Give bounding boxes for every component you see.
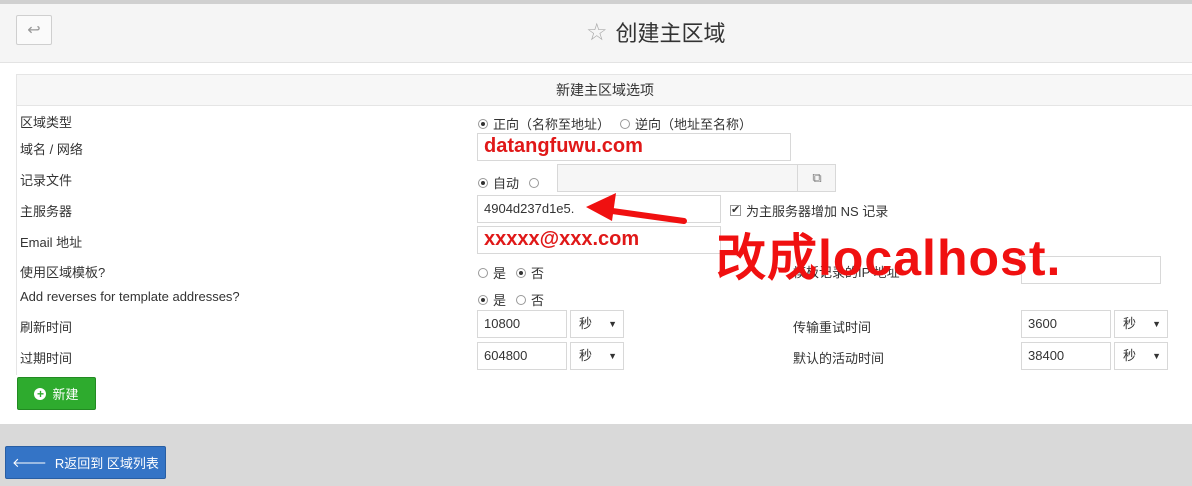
expire-input[interactable]: 604800 <box>477 342 567 370</box>
use-template-yes-label: 是 <box>493 266 507 281</box>
add-ns-checkbox[interactable]: ✔ <box>730 205 741 216</box>
use-template-label: 使用区域模板? <box>20 265 106 280</box>
retry-input[interactable]: 3600 <box>1021 310 1111 338</box>
star-icon[interactable]: ☆ <box>586 18 608 47</box>
retry-unit-value: 秒 <box>1123 316 1137 331</box>
plus-icon: + <box>34 387 47 400</box>
default-ttl-label: 默认的活动时间 <box>793 351 885 366</box>
retry-unit-select[interactable]: 秒 ▼ <box>1114 310 1168 338</box>
page-title: 创建主区域 <box>615 21 726 46</box>
add-reverses-yes-radio[interactable] <box>478 294 488 305</box>
use-template-no-radio[interactable] <box>516 267 527 278</box>
default-ttl-input[interactable]: 38400 <box>1021 342 1111 370</box>
annotation-arrow-icon <box>586 193 687 224</box>
expire-unit-value: 秒 <box>579 348 593 363</box>
arrow-left-icon: 🡐 <box>12 454 47 470</box>
panel-title: 新建主区域选项 <box>17 75 1192 106</box>
record-file-label: 记录文件 <box>20 173 73 188</box>
expire-label: 过期时间 <box>20 351 73 366</box>
use-template-no-label: 否 <box>531 266 545 281</box>
refresh-input[interactable]: 10800 <box>477 310 567 338</box>
use-template-yes-radio[interactable] <box>478 267 488 278</box>
chevron-down-icon: ▼ <box>608 351 617 361</box>
add-reverses-label: Add reverses for template addresses? <box>20 289 240 304</box>
file-chooser-icon[interactable]: ⧉ <box>797 165 836 191</box>
return-to-zone-list-button[interactable]: 🡐 R返回到 区域列表 <box>5 446 166 479</box>
return-button-label: R返回到 区域列表 <box>54 456 159 471</box>
retry-label: 传输重试时间 <box>793 320 872 335</box>
record-file-input[interactable] <box>557 164 836 192</box>
default-ttl-unit-select[interactable]: 秒 ▼ <box>1114 342 1168 370</box>
zone-type-label: 区域类型 <box>20 115 73 130</box>
zone-type-reverse-radio[interactable] <box>620 118 631 129</box>
add-reverses-no-radio[interactable] <box>516 294 527 305</box>
master-server-label: 主服务器 <box>20 204 73 219</box>
add-reverses-yes-label: 是 <box>493 293 507 308</box>
default-ttl-unit-value: 秒 <box>1123 348 1137 363</box>
zone-type-forward-label: 正向（名称至地址） <box>493 117 611 132</box>
refresh-unit-select[interactable]: 秒 ▼ <box>570 310 624 338</box>
chevron-down-icon: ▼ <box>1152 319 1161 329</box>
domain-label: 域名 / 网络 <box>20 142 83 157</box>
zone-type-reverse-label: 逆向（地址至名称） <box>635 117 753 132</box>
back-button[interactable]: ↩ <box>16 15 52 45</box>
email-label: Email 地址 <box>20 235 83 250</box>
chevron-down-icon: ▼ <box>1152 351 1161 361</box>
domain-input[interactable]: datangfuwu.com <box>477 133 791 161</box>
zone-type-forward-radio[interactable] <box>478 118 488 129</box>
create-button-label: 新建 <box>52 387 79 402</box>
page-header: ↩ ☆ 创建主区域 <box>0 4 1192 63</box>
back-arrow-icon: ↩ <box>27 22 41 39</box>
annotation-text: 改成localhost. <box>716 230 1062 286</box>
create-button[interactable]: + 新建 <box>17 377 96 410</box>
record-file-auto-label: 自动 <box>493 176 520 191</box>
add-reverses-no-label: 否 <box>531 293 545 308</box>
record-file-custom-radio[interactable] <box>529 177 540 188</box>
chevron-down-icon: ▼ <box>608 319 617 329</box>
expire-unit-select[interactable]: 秒 ▼ <box>570 342 624 370</box>
record-file-auto-radio[interactable] <box>478 177 488 188</box>
refresh-unit-value: 秒 <box>579 316 593 331</box>
refresh-label: 刷新时间 <box>20 320 73 335</box>
